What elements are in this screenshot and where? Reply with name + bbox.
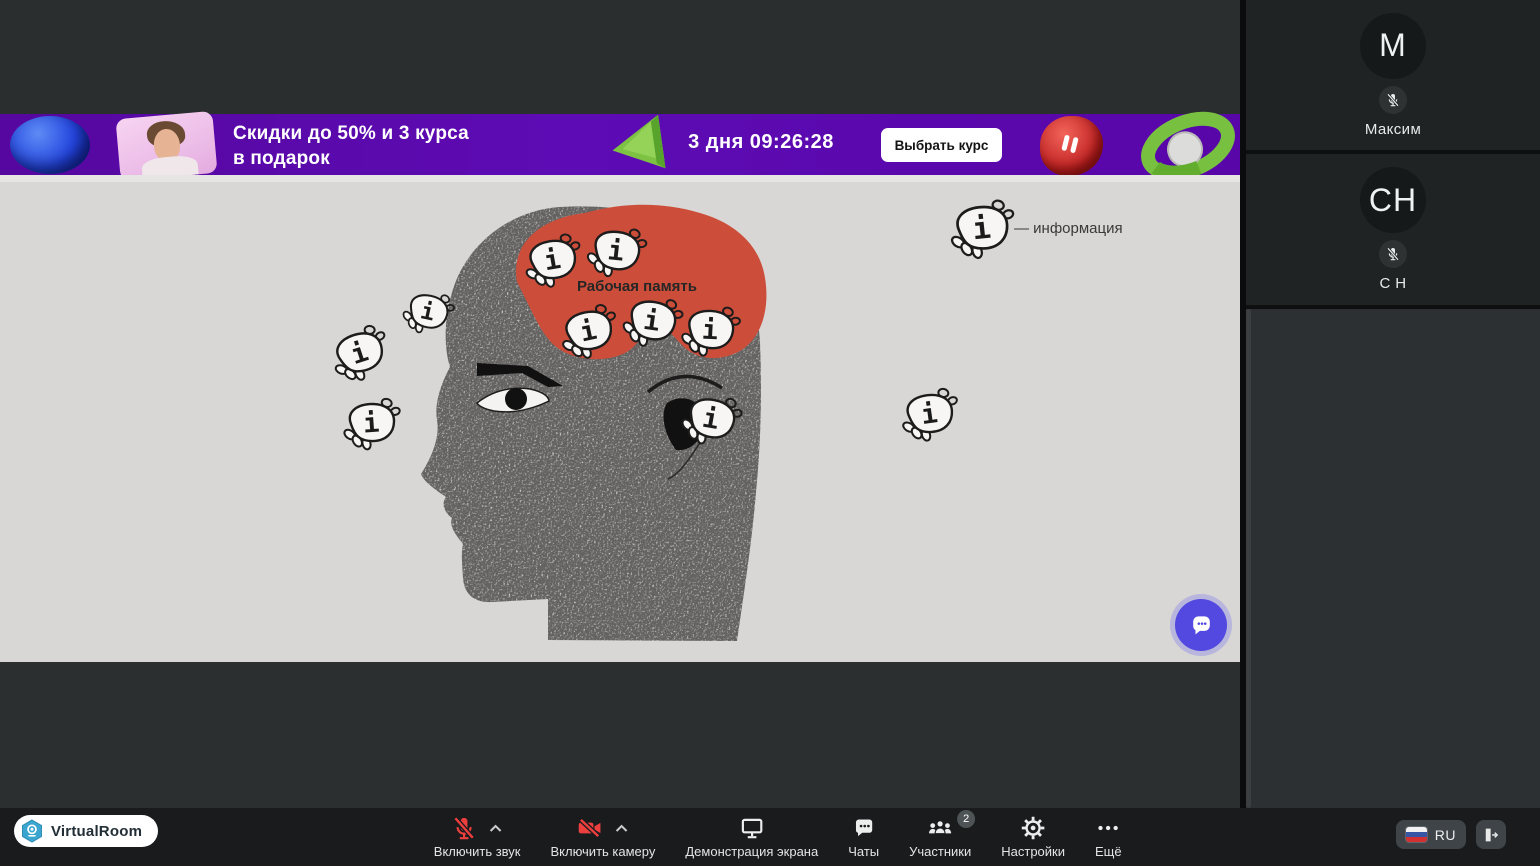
participants-count-badge: 2 bbox=[957, 810, 975, 828]
legend-label: — информация bbox=[1014, 220, 1123, 237]
people-icon bbox=[926, 815, 954, 841]
leave-room-icon bbox=[1482, 826, 1500, 844]
russian-flag-icon bbox=[1406, 827, 1427, 842]
chevron-up-icon[interactable] bbox=[614, 822, 629, 834]
participant-tile[interactable]: M Максим bbox=[1246, 0, 1540, 150]
toolbar-label: Чаты bbox=[848, 844, 879, 859]
participant-name: С Н bbox=[1379, 275, 1406, 292]
toolbar-label: Участники bbox=[909, 844, 971, 859]
chat-bubble-icon bbox=[1188, 612, 1215, 639]
control-bar: VirtualRoom Включить звук bbox=[0, 808, 1540, 866]
camera-muted-icon bbox=[576, 815, 603, 841]
toolbar-label: Настройки bbox=[1001, 844, 1065, 859]
chat-fab-button[interactable] bbox=[1175, 599, 1227, 651]
participants-button[interactable]: 2 Участники bbox=[894, 808, 986, 866]
bottom-right-controls: RU bbox=[1396, 820, 1506, 849]
participant-name: Максим bbox=[1365, 121, 1421, 138]
stage-letterbox-top bbox=[0, 0, 1240, 114]
sidebar-scrollbar[interactable] bbox=[1246, 309, 1251, 808]
pause-icon bbox=[1057, 131, 1083, 157]
promo-3d-ball bbox=[10, 116, 90, 174]
toolbar-label: Включить звук bbox=[434, 844, 521, 859]
more-button[interactable]: Ещё bbox=[1080, 808, 1137, 866]
participants-sidebar: M Максим СН bbox=[1240, 0, 1540, 808]
slide-top-strip bbox=[0, 175, 1240, 182]
banner-headline: Скидки до 50% и 3 курса в подарок bbox=[233, 121, 469, 171]
svg-text:i: i bbox=[362, 408, 380, 440]
legend-creature: i bbox=[946, 198, 1018, 262]
virtualroom-hexagon-icon bbox=[20, 819, 44, 843]
promo-3d-ring bbox=[1136, 108, 1240, 182]
gear-icon bbox=[1020, 815, 1046, 841]
enable-camera-button[interactable]: Включить камеру bbox=[535, 808, 670, 866]
promo-banner: Скидки до 50% и 3 курса в подарок 3 дня … bbox=[0, 114, 1240, 175]
ellipsis-icon bbox=[1095, 815, 1121, 841]
banner-headline-line2: в подарок bbox=[233, 146, 469, 171]
promo-photo bbox=[115, 111, 217, 181]
mic-muted-icon bbox=[1379, 86, 1407, 114]
memory-illustration: Рабочая память i i i i i bbox=[0, 182, 1240, 662]
chats-button[interactable]: Чаты bbox=[833, 808, 894, 866]
avatar: СН bbox=[1360, 167, 1426, 233]
info-creature: i bbox=[340, 397, 403, 452]
toolbar-label: Ещё bbox=[1095, 844, 1122, 859]
participant-tile[interactable]: СН С Н bbox=[1246, 154, 1540, 305]
chat-bubble-icon bbox=[851, 815, 877, 841]
leave-room-button[interactable] bbox=[1476, 820, 1506, 849]
eye-pupil bbox=[505, 388, 527, 410]
language-switcher[interactable]: RU bbox=[1396, 820, 1466, 849]
svg-text:i: i bbox=[971, 211, 993, 248]
chevron-up-icon[interactable] bbox=[488, 822, 503, 834]
info-creature: i bbox=[897, 386, 963, 445]
virtualroom-logo[interactable]: VirtualRoom bbox=[14, 815, 158, 847]
toolbar-label: Включить камеру bbox=[550, 844, 655, 859]
promo-arrow-3d bbox=[604, 114, 670, 176]
mic-muted-icon bbox=[451, 815, 477, 841]
screenshare-stage: Скидки до 50% и 3 курса в подарок 3 дня … bbox=[0, 0, 1240, 808]
choose-course-button[interactable]: Выбрать курс bbox=[881, 128, 1002, 162]
toolbar: Включить звук Включить камеру bbox=[419, 808, 1137, 866]
settings-button[interactable]: Настройки bbox=[986, 808, 1080, 866]
toolbar-label: Демонстрация экрана bbox=[685, 844, 818, 859]
svg-text:i: i bbox=[606, 235, 625, 268]
promo-3d-horn bbox=[1040, 116, 1103, 176]
language-code: RU bbox=[1435, 827, 1456, 843]
avatar: M bbox=[1360, 13, 1426, 79]
brain-label: Рабочая память bbox=[577, 278, 697, 295]
app-name: VirtualRoom bbox=[51, 823, 142, 840]
slide-canvas: Рабочая память i i i i i bbox=[0, 182, 1240, 662]
virtualroom-app: Скидки до 50% и 3 курса в подарок 3 дня … bbox=[0, 0, 1540, 866]
svg-text:i: i bbox=[701, 315, 719, 347]
monitor-icon bbox=[739, 815, 765, 841]
info-creature: i bbox=[324, 321, 396, 388]
mic-muted-icon bbox=[1379, 240, 1407, 268]
banner-headline-line1: Скидки до 50% и 3 курса bbox=[233, 121, 469, 146]
screen-share-button[interactable]: Демонстрация экрана bbox=[670, 808, 833, 866]
sidebar-empty-area bbox=[1246, 309, 1540, 808]
unmute-button[interactable]: Включить звук bbox=[419, 808, 536, 866]
banner-countdown: 3 дня 09:26:28 bbox=[676, 131, 846, 154]
